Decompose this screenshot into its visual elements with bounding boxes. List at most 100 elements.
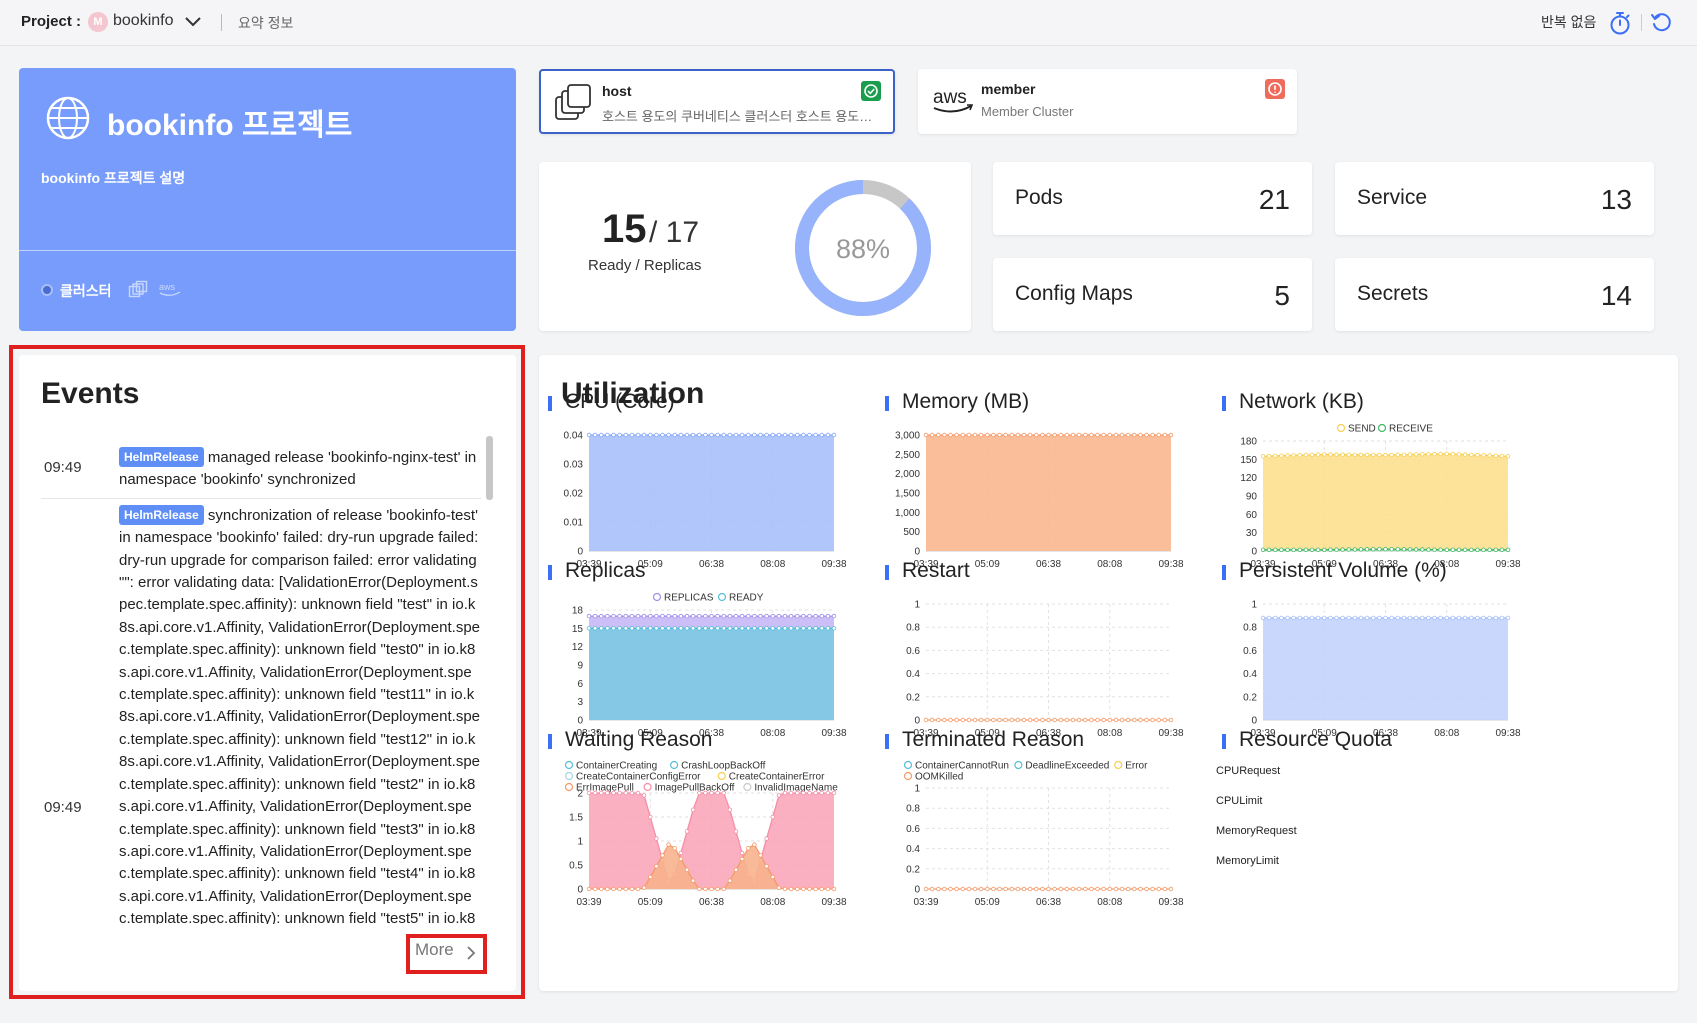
legend-label: CrashLoopBackOff [681,761,766,772]
data-point [1315,452,1321,457]
data-point [666,842,671,847]
y-tick-label: 1 [1251,600,1257,611]
stopwatch-icon[interactable] [1608,10,1632,36]
stat-card-service[interactable]: Service 13 [1335,162,1654,235]
cluster-card-member[interactable]: aws member Member Cluster [918,69,1297,134]
data-point [795,886,800,892]
x-tick-label: 08:08 [1097,897,1122,908]
data-point [1107,886,1112,892]
data-point [1346,547,1351,552]
data-point [1413,615,1419,621]
data-point [721,432,726,438]
data-point [635,613,641,619]
data-point [942,432,947,438]
data-point [1150,886,1155,892]
data-point [807,886,812,892]
data-point [1291,615,1296,621]
chevron-down-icon[interactable] [184,14,202,28]
refresh-icon[interactable] [1650,11,1672,33]
chevron-right-icon[interactable] [465,945,477,961]
data-point [654,836,659,841]
y-tick-label: 2 [577,789,583,800]
stat-label: Pods [1015,186,1063,209]
chart-panel-cpu-core: CPU (Core) 0 0.01 0.02 0.03 0.04 03:39 05:09 06:… [539,389,884,571]
cluster-card-host[interactable]: host 호스트 용도의 쿠버네티스 클러스터 호스트 용도의 쿠버네티스 클러… [539,69,895,134]
data-point [654,626,659,631]
data-point [1469,452,1474,457]
data-point [782,613,788,619]
stat-card-secrets[interactable]: Secrets 14 [1335,258,1654,331]
legend-marker [564,782,574,792]
data-point [1432,451,1437,457]
data-point [1064,432,1070,438]
y-tick-label: 1 [577,837,583,848]
data-point [684,829,690,834]
data-point [1315,615,1321,621]
scrollbar[interactable] [486,436,493,500]
chart-svg: 00.010.020.030.0403:39 05:09 06:38 08:08 09:… [564,431,847,571]
data-point [629,886,635,892]
chart-svg: 05001,0001,5002,0002,5003,00003:39 05:09 0… [895,431,1184,571]
data-point [1150,717,1155,723]
svg-text:aws: aws [159,282,176,292]
stat-card-config-maps[interactable]: Config Maps 5 [993,258,1312,331]
project-description: bookinfo 프로젝트 설명 [41,170,186,186]
data-point [690,807,696,812]
data-point [592,432,598,438]
data-point [936,886,941,892]
data-point [1168,432,1174,438]
refresh-interval-select[interactable]: 반복 없음 [1541,12,1596,32]
data-point [703,886,708,892]
legend-label: CreateContainerError [729,772,825,783]
data-point [782,432,788,438]
data-point [825,886,831,892]
y-tick-label: 2,500 [895,450,920,461]
data-point [1070,432,1076,438]
data-point [831,613,837,619]
data-point [1144,717,1149,723]
data-point [599,790,604,796]
data-point [929,432,935,438]
data-point [923,432,929,438]
y-tick-label: 0.03 [564,460,584,471]
data-point [831,432,837,438]
data-point [733,432,739,438]
data-point [1297,615,1302,621]
y-tick-label: 0.4 [906,844,920,855]
data-point [1070,886,1076,892]
summary-link[interactable]: 요약 정보 [238,13,293,33]
data-point [1340,615,1345,621]
panel-title: Memory (MB) [902,390,1030,413]
stat-card-pods[interactable]: Pods 21 [993,162,1312,235]
data-point [746,613,751,619]
data-point [923,717,929,723]
data-point [770,613,775,619]
data-point [648,626,653,631]
data-point [605,790,610,796]
data-point [1273,615,1278,621]
data-point [1119,886,1125,892]
data-point [1401,452,1407,457]
data-point [991,432,996,438]
chart-svg: 00.20.40.60.8103:39 05:09 06:38 08:08 09:38 [1243,600,1521,740]
data-point [611,613,616,619]
data-point [1027,432,1033,438]
data-point [1095,717,1100,723]
project-selector[interactable]: bookinfo [113,12,174,30]
data-point [611,790,616,796]
data-point [709,613,714,619]
y-tick-label: 9 [577,661,583,672]
data-point [690,878,696,883]
data-point [586,626,592,631]
data-point [746,432,751,438]
y-tick-label: 0.8 [906,804,920,815]
legend-marker [643,782,652,792]
data-point [1125,717,1131,723]
more-button[interactable]: More [415,940,454,960]
events-list[interactable]: 09:49 HelmRelease managed release 'booki… [41,439,502,924]
data-point [586,613,592,619]
data-point [795,432,800,438]
data-point [586,886,592,892]
data-point [1291,547,1296,552]
y-tick-label: 2,000 [895,469,920,480]
